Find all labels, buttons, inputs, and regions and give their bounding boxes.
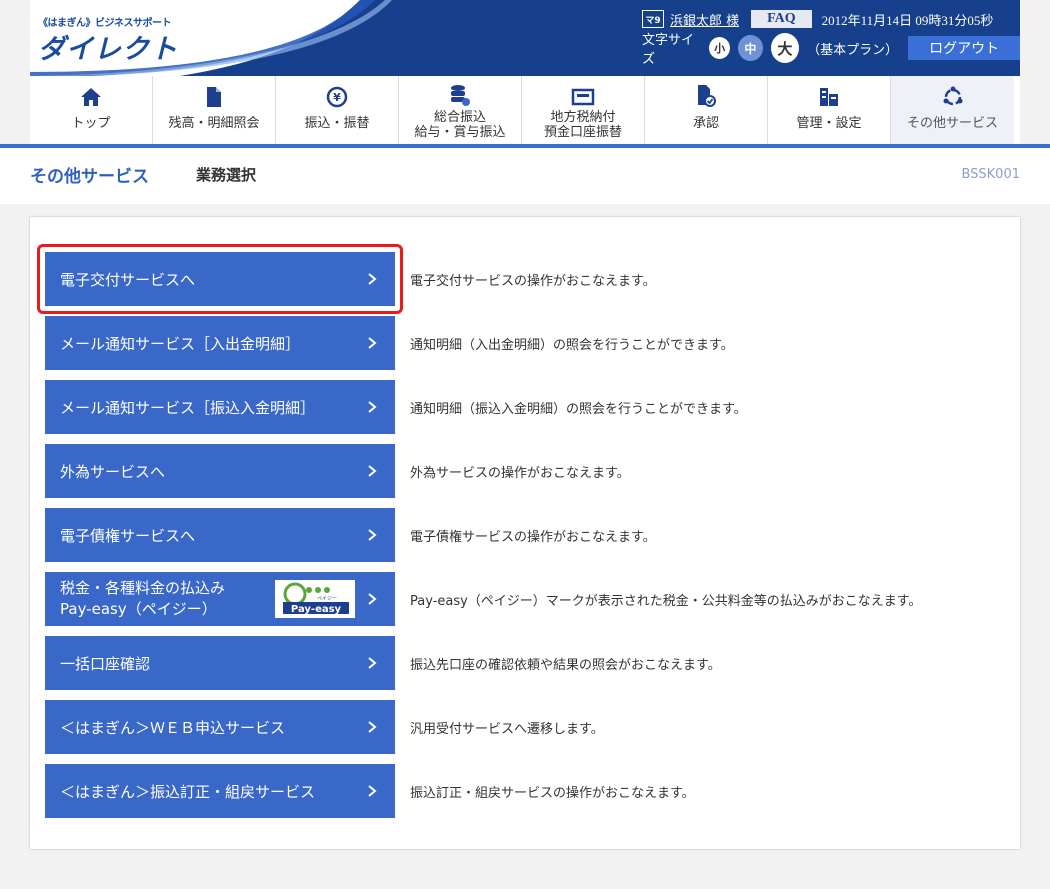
service-description: 通知明細（入出金明細）の照会を行うことができます。 <box>410 337 734 353</box>
settings-building-icon <box>820 88 838 106</box>
service-button-label: 一括口座確認 <box>60 654 151 673</box>
approve-icon <box>698 85 716 107</box>
e-delivery-service-button[interactable]: 電子交付サービスへ <box>45 252 395 306</box>
other-services-icon <box>943 86 962 106</box>
user-mark-icon: マ9 <box>642 10 664 28</box>
page-title: その他サービス <box>30 167 149 187</box>
e-credit-service-button[interactable]: 電子債権サービスへ <box>45 508 395 562</box>
chevron-right-icon <box>368 465 377 477</box>
service-button-label: ＜はまぎん＞ＷＥＢ申込サービス <box>60 718 286 737</box>
screen-id: BSSK001 <box>961 167 1020 182</box>
service-description: 振込訂正・組戻サービスの操作がおこなえます。 <box>410 785 695 801</box>
chevron-right-icon <box>368 593 377 605</box>
nav-item-approval[interactable]: 承認 <box>645 76 768 144</box>
page-subtitle: 業務選択 <box>196 166 257 184</box>
nav-label-transfer: 振込・振替 <box>304 116 370 131</box>
chevron-right-icon <box>368 785 377 797</box>
chevron-right-icon <box>368 529 377 541</box>
nav-item-balance[interactable]: 残高・明細照会 <box>153 76 276 144</box>
nav-label-tax-line1: 地方税納付 <box>550 110 616 125</box>
payeasy-logo: Pay-easy ペイジー <box>275 580 355 618</box>
service-button-label-line1: 税金・各種料金の払込み <box>60 579 226 597</box>
logo-title: ダイレクト <box>38 34 178 65</box>
nav-item-bulk-transfer[interactable]: 総合振込 給与・賞与振込 <box>399 76 522 144</box>
nav-item-settings[interactable]: 管理・設定 <box>768 76 891 144</box>
global-nav: トップ 残高・明細照会 ¥ 振込・振替 総合振込 給与・賞与振込 地方税納付 預… <box>30 76 1020 144</box>
payeasy-logo-small: ペイジー <box>317 596 337 602</box>
service-button-label: 電子交付サービスへ <box>60 270 196 289</box>
nav-label-settings: 管理・設定 <box>796 116 862 131</box>
tax-card-icon <box>571 88 595 106</box>
service-description: 外為サービスの操作がおこなえます。 <box>410 465 630 481</box>
login-datetime: 2012年11月14日 09時31分05秒 <box>821 12 994 28</box>
payeasy-logo-text: Pay-easy <box>291 604 342 615</box>
service-row: 外為サービスへ 外為サービスの操作がおこなえます。 <box>45 444 1005 498</box>
nav-item-local-tax[interactable]: 地方税納付 預金口座振替 <box>522 76 645 144</box>
service-row: ＜はまぎん＞振込訂正・組戻サービス 振込訂正・組戻サービスの操作がおこなえます。 <box>45 764 1005 818</box>
database-icon <box>451 85 470 106</box>
service-description: 汎用受付サービスへ遷移します。 <box>410 721 604 737</box>
service-description: 電子債権サービスの操作がおこなえます。 <box>410 529 656 545</box>
mail-notify-deposit-button[interactable]: メール通知サービス［入出金明細］ <box>45 316 395 370</box>
nav-item-top[interactable]: トップ <box>30 76 153 144</box>
chevron-right-icon <box>368 721 377 733</box>
logo[interactable]: 《はまぎん》ビジネスサポート ダイレクト <box>38 14 178 66</box>
nav-label-bulk-line1: 総合振込 <box>433 110 486 125</box>
chevron-right-icon <box>368 273 377 285</box>
nav-label-balance: 残高・明細照会 <box>168 116 260 131</box>
chevron-right-icon <box>368 657 377 669</box>
nav-label-top: トップ <box>71 116 111 131</box>
service-row: メール通知サービス［入出金明細］ 通知明細（入出金明細）の照会を行うことができま… <box>45 316 1005 370</box>
font-size-large-button[interactable]: 大 <box>770 33 800 63</box>
service-description: 振込先口座の確認依頼や結果の照会がおこなえます。 <box>410 657 721 673</box>
home-icon <box>81 88 101 106</box>
service-row: 電子債権サービスへ 電子債権サービスの操作がおこなえます。 <box>45 508 1005 562</box>
nav-label-bulk-line2: 給与・賞与振込 <box>414 125 506 140</box>
service-button-label: メール通知サービス［振込入金明細］ <box>60 398 316 417</box>
nav-label-approval: 承認 <box>692 116 719 131</box>
header-user-area: マ9 浜銀太郎 様 FAQ 2012年11月14日 09時31分05秒 文字サイ… <box>642 8 1020 67</box>
service-button-label: 外為サービスへ <box>60 462 166 481</box>
mail-notify-transfer-button[interactable]: メール通知サービス［振込入金明細］ <box>45 380 395 434</box>
font-size-label: 文字サイズ <box>642 33 695 67</box>
nav-label-other-services: その他サービス <box>906 116 998 131</box>
service-description: 通知明細（振込入金明細）の照会を行うことができます。 <box>410 401 747 417</box>
service-button-label: 電子債権サービスへ <box>60 526 196 545</box>
bulk-account-check-button[interactable]: 一括口座確認 <box>45 636 395 690</box>
nav-item-transfer[interactable]: ¥ 振込・振替 <box>276 76 399 144</box>
service-button-label: ＜はまぎん＞振込訂正・組戻サービス <box>60 782 316 801</box>
service-row: 税金・各種料金の払込み Pay-easy（ペイジー） Pay-easy ペイジー… <box>45 572 1005 626</box>
document-icon <box>207 87 221 107</box>
service-row: メール通知サービス［振込入金明細］ 通知明細（振込入金明細）の照会を行うことがで… <box>45 380 1005 434</box>
service-row: 電子交付サービスへ 電子交付サービスの操作がおこなえます。 <box>37 244 1005 314</box>
nav-label-local-tax: 地方税納付 預金口座振替 <box>544 110 622 140</box>
service-row: 一括口座確認 振込先口座の確認依頼や結果の照会がおこなえます。 <box>45 636 1005 690</box>
chevron-right-icon <box>368 337 377 349</box>
service-description: 電子交付サービスの操作がおこなえます。 <box>410 273 656 289</box>
payeasy-logo-icon: Pay-easy ペイジー <box>283 582 349 615</box>
forex-service-button[interactable]: 外為サービスへ <box>45 444 395 498</box>
chevron-right-icon <box>368 401 377 413</box>
title-row: その他サービス 業務選択 BSSK001 <box>0 148 1050 204</box>
font-size-medium-button[interactable]: 中 <box>738 35 763 61</box>
transfer-correction-service-button[interactable]: ＜はまぎん＞振込訂正・組戻サービス <box>45 764 395 818</box>
font-size-small-button[interactable]: 小 <box>709 37 731 59</box>
logout-button[interactable]: ログアウト <box>908 36 1020 60</box>
service-panel: 電子交付サービスへ 電子交付サービスの操作がおこなえます。 メール通知サービス［… <box>30 217 1020 849</box>
service-row: ＜はまぎん＞ＷＥＢ申込サービス 汎用受付サービスへ遷移します。 <box>45 700 1005 754</box>
header: 《はまぎん》ビジネスサポート ダイレクト マ9 浜銀太郎 様 FAQ 2012年… <box>30 0 1020 76</box>
service-button-label-line2: Pay-easy（ペイジー） <box>60 600 217 618</box>
faq-button[interactable]: FAQ <box>751 10 812 28</box>
web-application-service-button[interactable]: ＜はまぎん＞ＷＥＢ申込サービス <box>45 700 395 754</box>
payeasy-service-button[interactable]: 税金・各種料金の払込み Pay-easy（ペイジー） Pay-easy ペイジー <box>45 572 395 626</box>
service-description: Pay-easy（ペイジー）マークが表示された税金・公共料金等の払込みがおこなえ… <box>410 593 922 609</box>
nav-item-other-services[interactable]: その他サービス <box>891 76 1014 144</box>
nav-label-tax-line2: 預金口座振替 <box>543 125 622 140</box>
svg-text:¥: ¥ <box>333 91 341 104</box>
user-name-link[interactable]: 浜銀太郎 様 <box>670 10 739 29</box>
plan-label: （基本プラン） <box>807 42 899 58</box>
yen-transfer-icon: ¥ <box>326 86 348 108</box>
service-button-label: メール通知サービス［入出金明細］ <box>60 334 301 353</box>
nav-label-bulk-transfer: 総合振込 給与・賞与振込 <box>414 110 505 140</box>
